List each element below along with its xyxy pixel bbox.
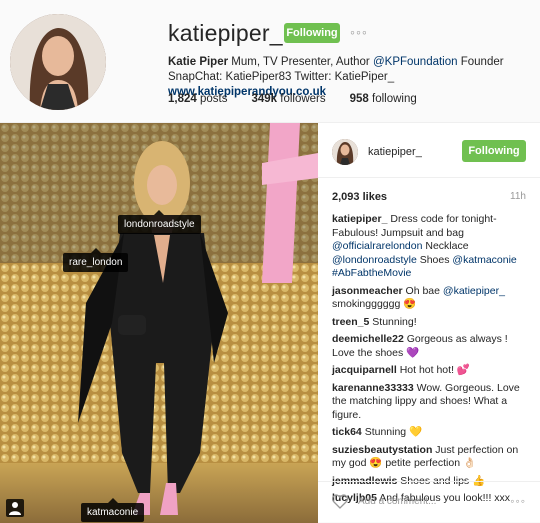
post-sidebar: katiepiper_ Following 2,093 likes 11h ka… bbox=[318, 123, 540, 523]
photo-illustration bbox=[0, 123, 318, 523]
comment-text: Stunning! bbox=[369, 315, 417, 328]
comment-list: katiepiper_ Dress code for tonight- Fabu… bbox=[332, 213, 532, 510]
add-comment-bar: Add a comment... ◦◦◦ bbox=[318, 481, 540, 523]
followers-label: followers bbox=[277, 93, 326, 105]
photo-tag-londonroadstyle[interactable]: londonroadstyle bbox=[118, 210, 201, 234]
comment: karenanne33333 Wow. Gorgeous. Love the m… bbox=[332, 382, 532, 423]
comment: katiepiper_ Dress code for tonight- Fabu… bbox=[332, 213, 532, 281]
posts-label: posts bbox=[196, 93, 228, 105]
post-author-avatar[interactable] bbox=[332, 139, 358, 165]
comment: jacquiparnell Hot hot hot! 💕 bbox=[332, 364, 532, 378]
posts-stat: 1,824 posts bbox=[168, 93, 227, 105]
bio-mention-link[interactable]: @KPFoundation bbox=[373, 56, 458, 68]
posts-count: 1,824 bbox=[168, 93, 197, 105]
comment-mention[interactable]: @katmaconie bbox=[452, 254, 516, 266]
comment-user[interactable]: treen_5 bbox=[332, 316, 369, 328]
comment-user[interactable]: jacquiparnell bbox=[332, 364, 397, 376]
photo-tag-katmaconie[interactable]: katmaconie bbox=[81, 498, 145, 522]
comment-user[interactable]: tick64 bbox=[332, 426, 362, 438]
following-button[interactable]: Following bbox=[284, 23, 340, 43]
likes-count[interactable]: 2,093 likes bbox=[332, 191, 387, 203]
tagged-people-icon[interactable] bbox=[6, 499, 24, 517]
profile-header: katiepiper_ Following ◦◦◦ Katie Piper Mu… bbox=[0, 0, 540, 122]
post-modal: londonroadstyle rare_london katmaconie k… bbox=[0, 122, 540, 523]
comment-mention[interactable]: @officialrarelondon bbox=[332, 240, 422, 252]
profile-username: katiepiper_ bbox=[168, 20, 283, 46]
comment: jasonmeacher Oh bae @katiepiper_ smoking… bbox=[332, 285, 532, 312]
followers-stat[interactable]: 349k followers bbox=[251, 93, 325, 105]
following-stat[interactable]: 958 following bbox=[350, 93, 417, 105]
comment: treen_5 Stunning! bbox=[332, 316, 532, 330]
comment-mention[interactable]: @londonroadstyle bbox=[332, 254, 417, 266]
profile-avatar[interactable] bbox=[10, 14, 106, 110]
comment-mention[interactable]: @katiepiper_ bbox=[443, 285, 505, 297]
bio-text: Mum, TV Presenter, Author bbox=[228, 56, 373, 68]
followers-count: 349k bbox=[251, 93, 278, 105]
post-following-button[interactable]: Following bbox=[462, 140, 526, 162]
profile-stats: 1,824 posts 349k followers 958 following bbox=[168, 93, 417, 105]
comment: tick64 Stunning 💛 bbox=[332, 426, 532, 440]
bio-name: Katie Piper bbox=[168, 56, 229, 68]
more-options-icon[interactable]: ◦◦◦ bbox=[350, 24, 368, 40]
more-options-icon[interactable]: ◦◦◦ bbox=[510, 494, 526, 508]
comment: deemichelle22 Gorgeous as always ! Love … bbox=[332, 333, 532, 360]
photo-tag-rare-london[interactable]: rare_london bbox=[63, 248, 129, 272]
following-count: 958 bbox=[349, 93, 369, 105]
comment-text: Hot hot hot! 💕 bbox=[396, 364, 470, 376]
comment-text: Shoes bbox=[416, 253, 453, 266]
comment-user[interactable]: katiepiper_ bbox=[332, 213, 387, 225]
comment-text: smokingggggg 😍 bbox=[332, 298, 417, 310]
post-timestamp: 11h bbox=[510, 191, 526, 202]
comment: suziesbeautystation Just perfection on m… bbox=[332, 444, 532, 471]
post-header: katiepiper_ Following bbox=[318, 123, 540, 178]
following-label: following bbox=[368, 93, 417, 105]
comment-text: Necklace bbox=[422, 240, 469, 252]
comment-text: Stunning 💛 bbox=[361, 426, 423, 438]
comment-text: Oh bae bbox=[402, 284, 443, 297]
post-photo[interactable]: londonroadstyle rare_london katmaconie bbox=[0, 123, 318, 523]
comment-user[interactable]: deemichelle22 bbox=[332, 333, 404, 345]
post-author-username[interactable]: katiepiper_ bbox=[368, 146, 422, 158]
comment-user[interactable]: suziesbeautystation bbox=[332, 444, 432, 456]
comment-user[interactable]: jasonmeacher bbox=[332, 285, 403, 297]
comment-hashtag[interactable]: #AbFabtheMovie bbox=[332, 267, 411, 279]
like-heart-icon[interactable] bbox=[331, 494, 349, 514]
comment-user[interactable]: karenanne33333 bbox=[332, 382, 414, 394]
add-comment-input[interactable]: Add a comment... bbox=[358, 496, 436, 507]
